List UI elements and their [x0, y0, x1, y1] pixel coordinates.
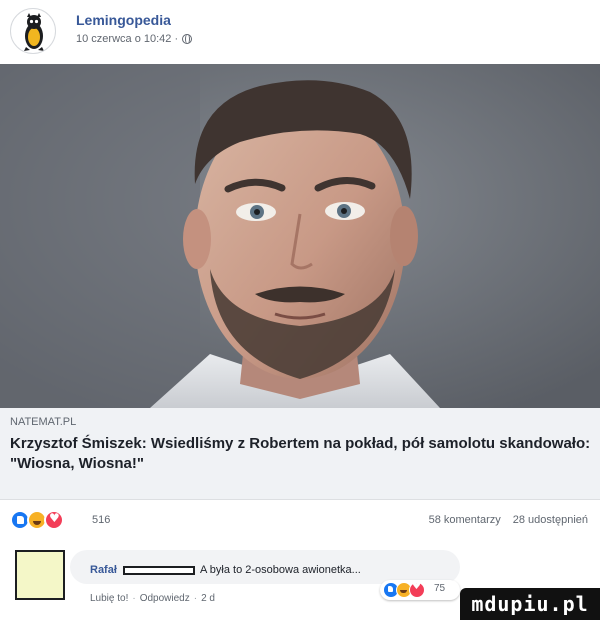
- commenter-avatar[interactable]: [15, 550, 65, 600]
- love-icon[interactable]: [44, 510, 64, 530]
- post-header: Lemingopedia 10 czerwca o 10:42 ·: [0, 0, 600, 64]
- separator-dot: ·: [193, 593, 198, 604]
- man-portrait-photo: [0, 64, 600, 408]
- post-timestamp[interactable]: 10 czerwca o 10:42 ·: [76, 33, 178, 45]
- article-photo[interactable]: [0, 64, 600, 408]
- separator-dot: ·: [132, 593, 136, 604]
- comment-age[interactable]: 2 d: [201, 593, 215, 604]
- comments-count[interactable]: 58 komentarzy: [429, 514, 501, 526]
- comment-author[interactable]: Rafał: [90, 564, 117, 576]
- link-domain: NATEMAT.PL: [10, 416, 77, 428]
- love-icon: [409, 581, 425, 598]
- link-preview[interactable]: NATEMAT.PL Krzysztof Śmiszek: Wsiedliśmy…: [0, 408, 600, 500]
- reactions-bar: 516 58 komentarzy 28 udostępnień: [0, 500, 600, 540]
- shares-count[interactable]: 28 udostępnień: [513, 514, 588, 526]
- engagement-stats: 58 komentarzy 28 udostępnień: [429, 514, 588, 526]
- page-avatar[interactable]: [10, 8, 56, 54]
- post-meta: 10 czerwca o 10:42 ·: [76, 33, 193, 45]
- comment-reactions[interactable]: 75: [380, 580, 460, 600]
- comment-reaction-count: 75: [434, 583, 446, 594]
- globe-icon: [182, 34, 193, 44]
- lemming-logo-icon: [24, 13, 44, 51]
- watermark-text: mdupiu.pl: [471, 592, 589, 616]
- page-name[interactable]: Lemingopedia: [76, 12, 171, 28]
- comment-reply-link[interactable]: Odpowiedz: [140, 593, 190, 604]
- comment-like-link[interactable]: Lubię to!: [90, 593, 128, 604]
- redacted-surname-box: [123, 566, 195, 575]
- comment-text: A była to 2-osobowa awionetka...: [200, 564, 361, 576]
- watermark: mdupiu.pl: [460, 588, 600, 620]
- comment-actions: Lubię to! · Odpowiedz · 2 d: [90, 593, 215, 604]
- reaction-count[interactable]: 516: [92, 514, 110, 526]
- link-title[interactable]: Krzysztof Śmiszek: Wsiedliśmy z Robertem…: [10, 434, 595, 474]
